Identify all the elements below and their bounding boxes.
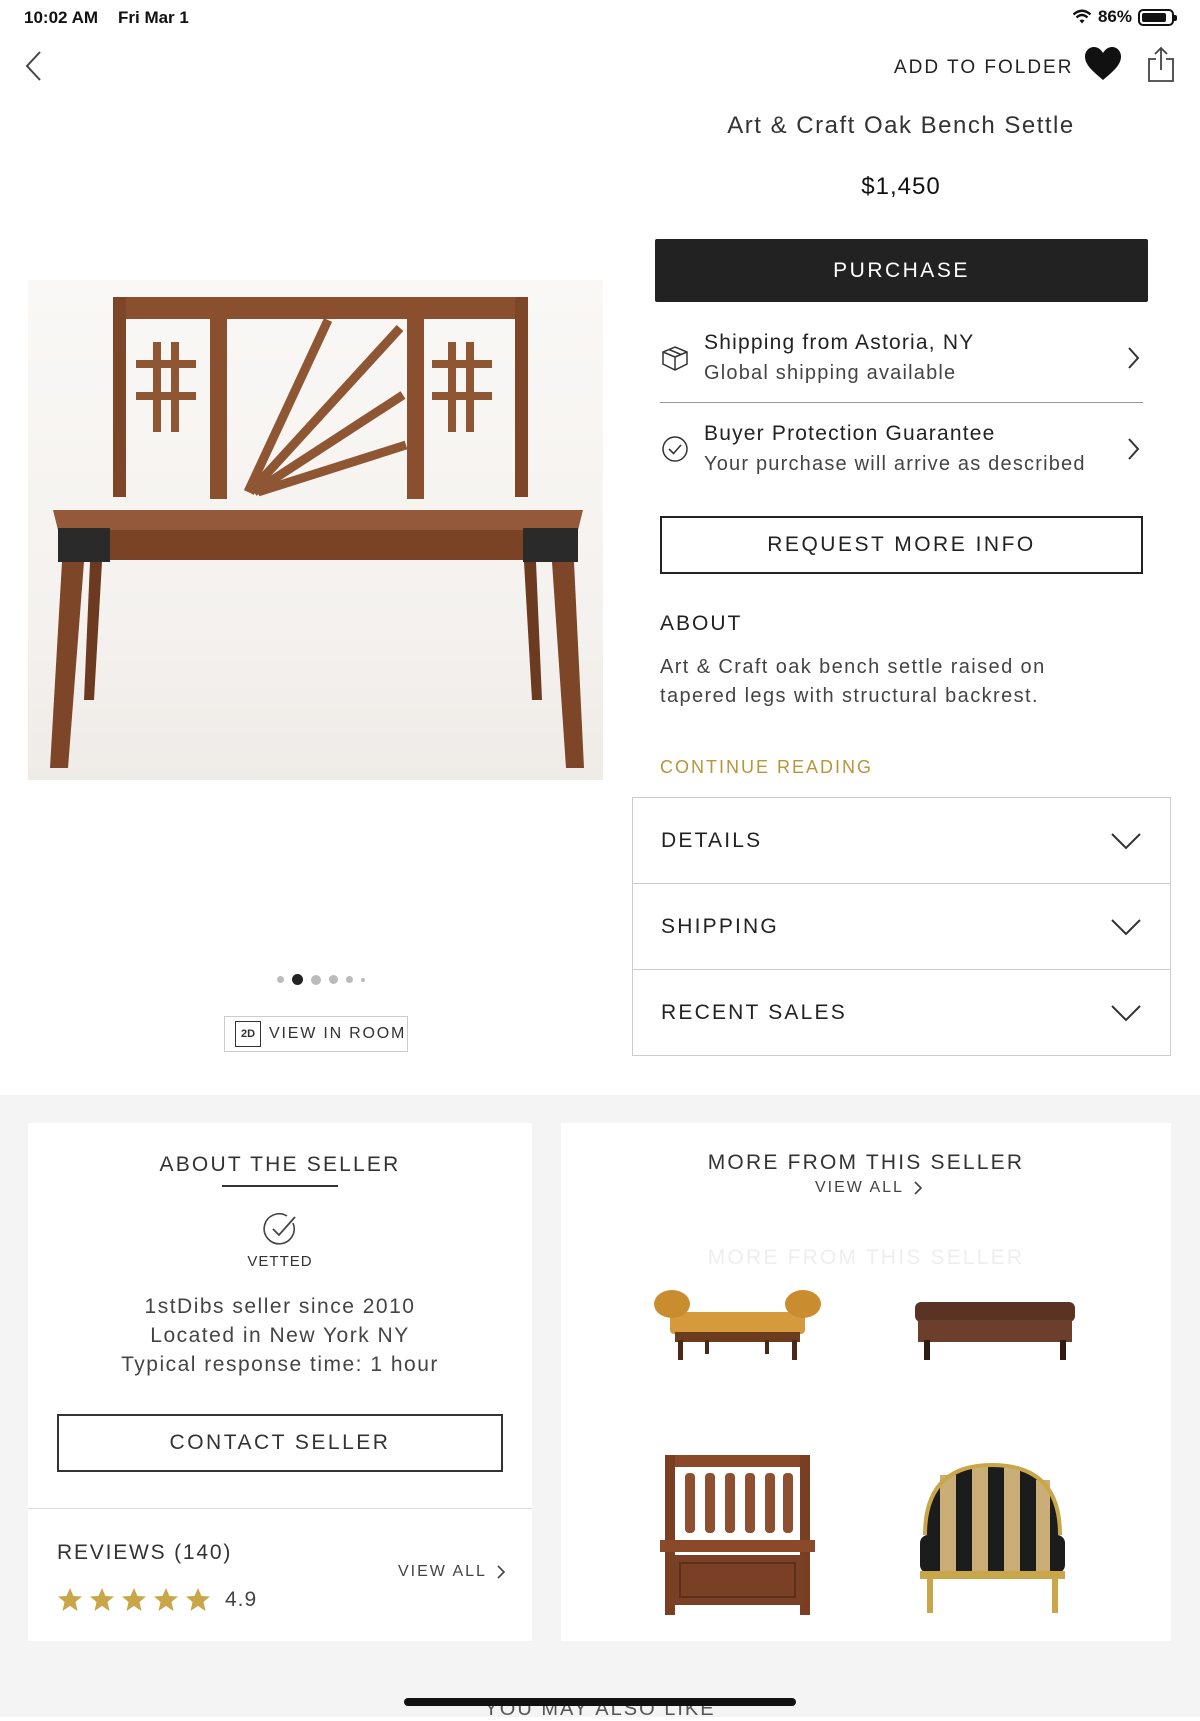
seller-location: Located in New York NY <box>150 1324 410 1347</box>
accordion-label: RECENT SALES <box>661 1000 847 1024</box>
seller-info: 1stDibs seller since 2010 Located in New… <box>28 1292 532 1379</box>
more-from-seller-heading: MORE FROM THIS SELLER <box>707 1151 1025 1174</box>
chevron-right-icon <box>1128 347 1140 369</box>
back-chevron-icon[interactable] <box>22 48 46 84</box>
pagination-dot[interactable] <box>311 974 321 985</box>
reviews-label: REVIEWS (140) <box>57 1541 233 1564</box>
star-icon <box>186 1588 210 1611</box>
divider <box>28 1508 532 1509</box>
star-icon <box>154 1588 178 1611</box>
pagination-dot[interactable] <box>346 976 353 983</box>
add-to-folder-button[interactable]: ADD TO FOLDER <box>894 57 1073 79</box>
vetted-check-icon <box>263 1213 296 1245</box>
pagination-dot[interactable] <box>329 975 338 984</box>
about-text: Art & Craft oak bench settle raised on t… <box>660 656 1046 707</box>
about-seller-heading: ABOUT THE SELLER <box>159 1153 401 1176</box>
chevron-right-icon <box>497 1565 505 1579</box>
shipping-origin: Shipping from Astoria, NY <box>704 331 975 354</box>
star-icon <box>90 1588 114 1611</box>
share-icon[interactable] <box>1146 46 1176 84</box>
2d-icon: 2D <box>235 1021 261 1047</box>
pagination-dot[interactable] <box>277 976 284 983</box>
rating-value: 4.9 <box>225 1587 258 1611</box>
pagination-dot[interactable] <box>361 977 365 982</box>
accordion-label: SHIPPING <box>661 914 779 938</box>
accordion-label: DETAILS <box>661 828 763 852</box>
request-more-info-button[interactable]: REQUEST MORE INFO <box>660 516 1143 574</box>
image-pagination[interactable] <box>277 974 365 985</box>
bench-illustration <box>50 297 584 768</box>
product-price: $1,450 <box>861 173 941 200</box>
reviews-view-all-link[interactable]: VIEW ALL <box>398 1563 505 1581</box>
status-right: 86% <box>1072 7 1177 27</box>
thumb-tan-leather-bench[interactable] <box>650 1282 825 1367</box>
status-date: Fri Mar 1 <box>118 8 189 27</box>
divider <box>660 402 1143 403</box>
chevron-down-icon <box>1111 918 1141 935</box>
product-title: Art & Craft Oak Bench Settle <box>727 112 1075 139</box>
pagination-dot-active[interactable] <box>292 974 303 985</box>
battery-percent: 86% <box>1097 7 1132 26</box>
status-bar: 10:02 AM Fri Mar 1 86% <box>0 0 1200 34</box>
chevron-right-icon <box>914 1181 922 1195</box>
accordion-details[interactable]: DETAILS <box>632 797 1171 884</box>
about-heading: ABOUT <box>660 612 743 635</box>
battery-icon <box>1138 8 1177 26</box>
seller-since: 1stDibs seller since 2010 <box>144 1295 416 1318</box>
purchase-button[interactable]: PURCHASE <box>655 239 1148 302</box>
seller-response-time: Typical response time: 1 hour <box>121 1353 439 1376</box>
chevron-right-icon <box>1128 438 1140 460</box>
protection-subtitle: Your purchase will arrive as described <box>704 453 1086 475</box>
more-view-all-link[interactable]: VIEW ALL <box>815 1179 922 1197</box>
star-icon <box>58 1588 82 1611</box>
shipping-subtitle: Global shipping available <box>704 362 957 384</box>
accordion-recent-sales[interactable]: RECENT SALES <box>632 969 1171 1056</box>
box-icon <box>662 346 688 371</box>
status-time: 10:02 AM <box>24 8 99 27</box>
continue-reading-link[interactable]: CONTINUE READING <box>660 757 873 778</box>
accordion-shipping[interactable]: SHIPPING <box>632 883 1171 970</box>
ghost-heading: MORE FROM THIS SELLER <box>707 1246 1025 1269</box>
chevron-down-icon <box>1111 1004 1141 1021</box>
thumb-striped-settee[interactable] <box>905 1455 1080 1620</box>
heading-underline <box>222 1185 338 1187</box>
view-in-room-label: VIEW IN ROOM <box>269 1025 407 1042</box>
badge-check-icon <box>662 436 688 462</box>
protection-title: Buyer Protection Guarantee <box>704 422 996 445</box>
vetted-label: VETTED <box>247 1253 313 1270</box>
chevron-down-icon <box>1111 832 1141 849</box>
star-icon <box>122 1588 146 1611</box>
view-all-label: VIEW ALL <box>815 1179 904 1196</box>
view-all-label: VIEW ALL <box>398 1563 487 1580</box>
view-in-room-button[interactable]: 2D VIEW IN ROOM <box>224 1016 408 1052</box>
shipping-info-row[interactable]: Shipping from Astoria, NY Global shippin… <box>660 320 1143 396</box>
home-indicator[interactable] <box>404 1698 796 1706</box>
buyer-protection-row[interactable]: Buyer Protection Guarantee Your purchase… <box>660 411 1143 487</box>
product-image[interactable] <box>28 280 603 780</box>
thumb-carved-oak-settle[interactable] <box>655 1445 820 1620</box>
heart-icon[interactable] <box>1083 45 1123 83</box>
rating-stars: 4.9 <box>57 1587 257 1612</box>
thumb-brown-leather-ottoman[interactable] <box>910 1282 1080 1367</box>
wifi-icon <box>1072 9 1092 24</box>
contact-seller-button[interactable]: CONTACT SELLER <box>57 1414 503 1472</box>
